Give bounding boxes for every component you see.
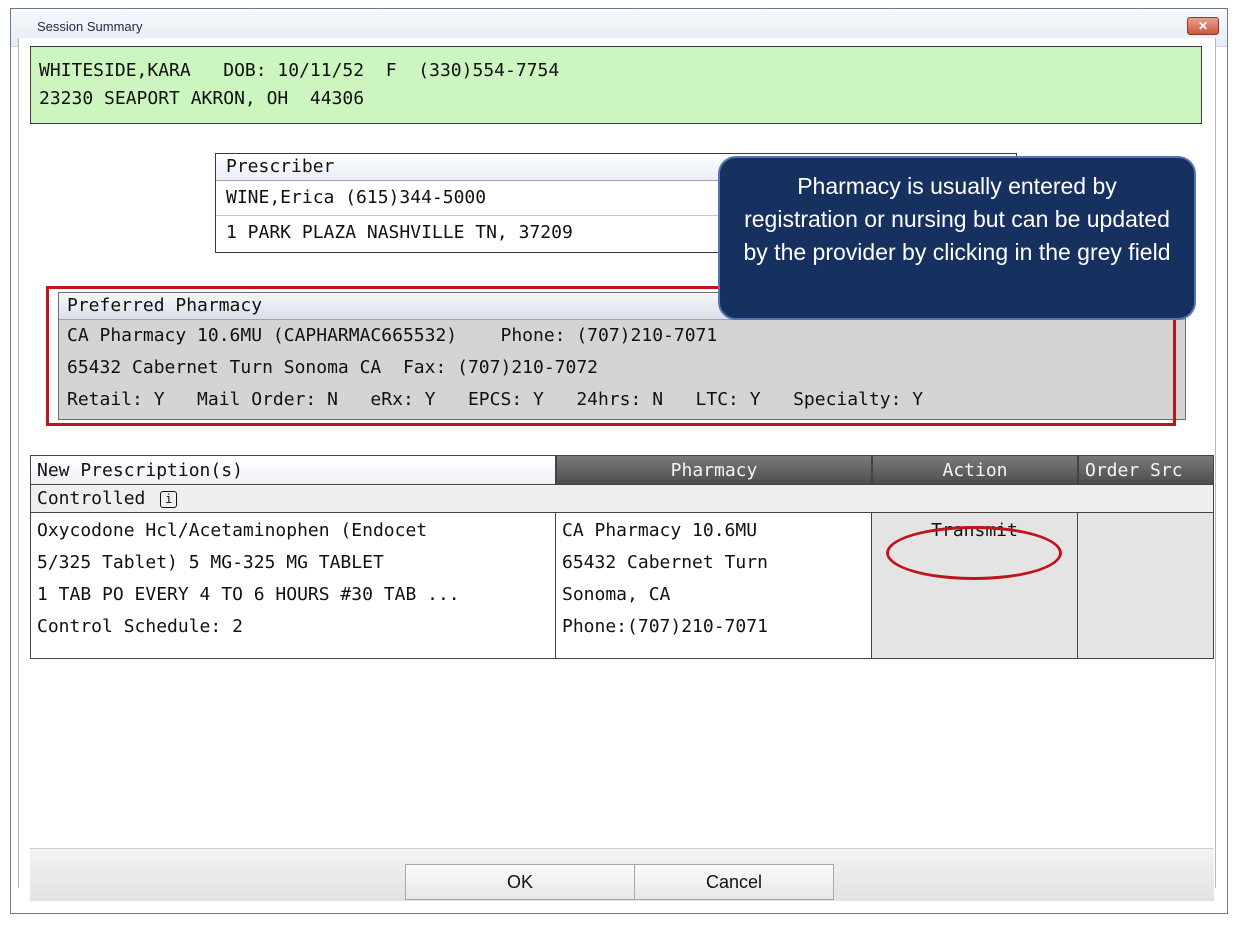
drug-line: 5/325 Tablet) 5 MG-325 MG TABLET	[37, 552, 384, 573]
pharmacy-line: Sonoma, CA	[562, 584, 671, 605]
annotation-callout: Pharmacy is usually entered by registrat…	[718, 156, 1196, 320]
drug-line: Oxycodone Hcl/Acetaminophen (Endocet	[37, 520, 428, 541]
column-order-src[interactable]: Order Src	[1078, 455, 1214, 485]
cancel-button[interactable]: Cancel	[634, 864, 834, 900]
prescription-order-src-cell[interactable]	[1078, 513, 1214, 659]
close-button[interactable]: ✕	[1187, 17, 1219, 35]
close-icon: ✕	[1197, 19, 1209, 33]
group-label: Controlled	[37, 488, 146, 509]
transmit-highlight-oval	[886, 526, 1062, 580]
grid-header: New Prescription(s) Pharmacy Action Orde…	[30, 455, 1214, 485]
prescription-pharmacy-cell[interactable]: CA Pharmacy 10.6MU 65432 Cabernet Turn S…	[556, 513, 872, 659]
column-pharmacy[interactable]: Pharmacy	[556, 455, 872, 485]
drug-line: Control Schedule: 2	[37, 616, 243, 637]
column-action[interactable]: Action	[872, 455, 1078, 485]
patient-demographics: WHITESIDE,KARA DOB: 10/11/52 F (330)554-…	[39, 60, 560, 81]
info-icon[interactable]: i	[160, 491, 178, 508]
drug-line: 1 TAB PO EVERY 4 TO 6 HOURS #30 TAB ...	[37, 584, 460, 605]
pharmacy-line: 65432 Cabernet Turn	[562, 552, 768, 573]
ok-button[interactable]: OK	[405, 864, 635, 900]
group-row-controlled: Controlled i	[30, 485, 1214, 513]
prescription-drug-cell[interactable]: Oxycodone Hcl/Acetaminophen (Endocet 5/3…	[30, 513, 556, 659]
window-title: Session Summary	[37, 19, 143, 34]
callout-text: Pharmacy is usually entered by registrat…	[743, 173, 1171, 265]
pharmacy-line: CA Pharmacy 10.6MU	[562, 520, 758, 541]
patient-banner: WHITESIDE,KARA DOB: 10/11/52 F (330)554-…	[30, 46, 1202, 124]
pharmacy-line: Phone:(707)210-7071	[562, 616, 768, 637]
patient-address: 23230 SEAPORT AKRON, OH 44306	[39, 88, 365, 109]
column-new-prescriptions[interactable]: New Prescription(s)	[30, 455, 556, 485]
